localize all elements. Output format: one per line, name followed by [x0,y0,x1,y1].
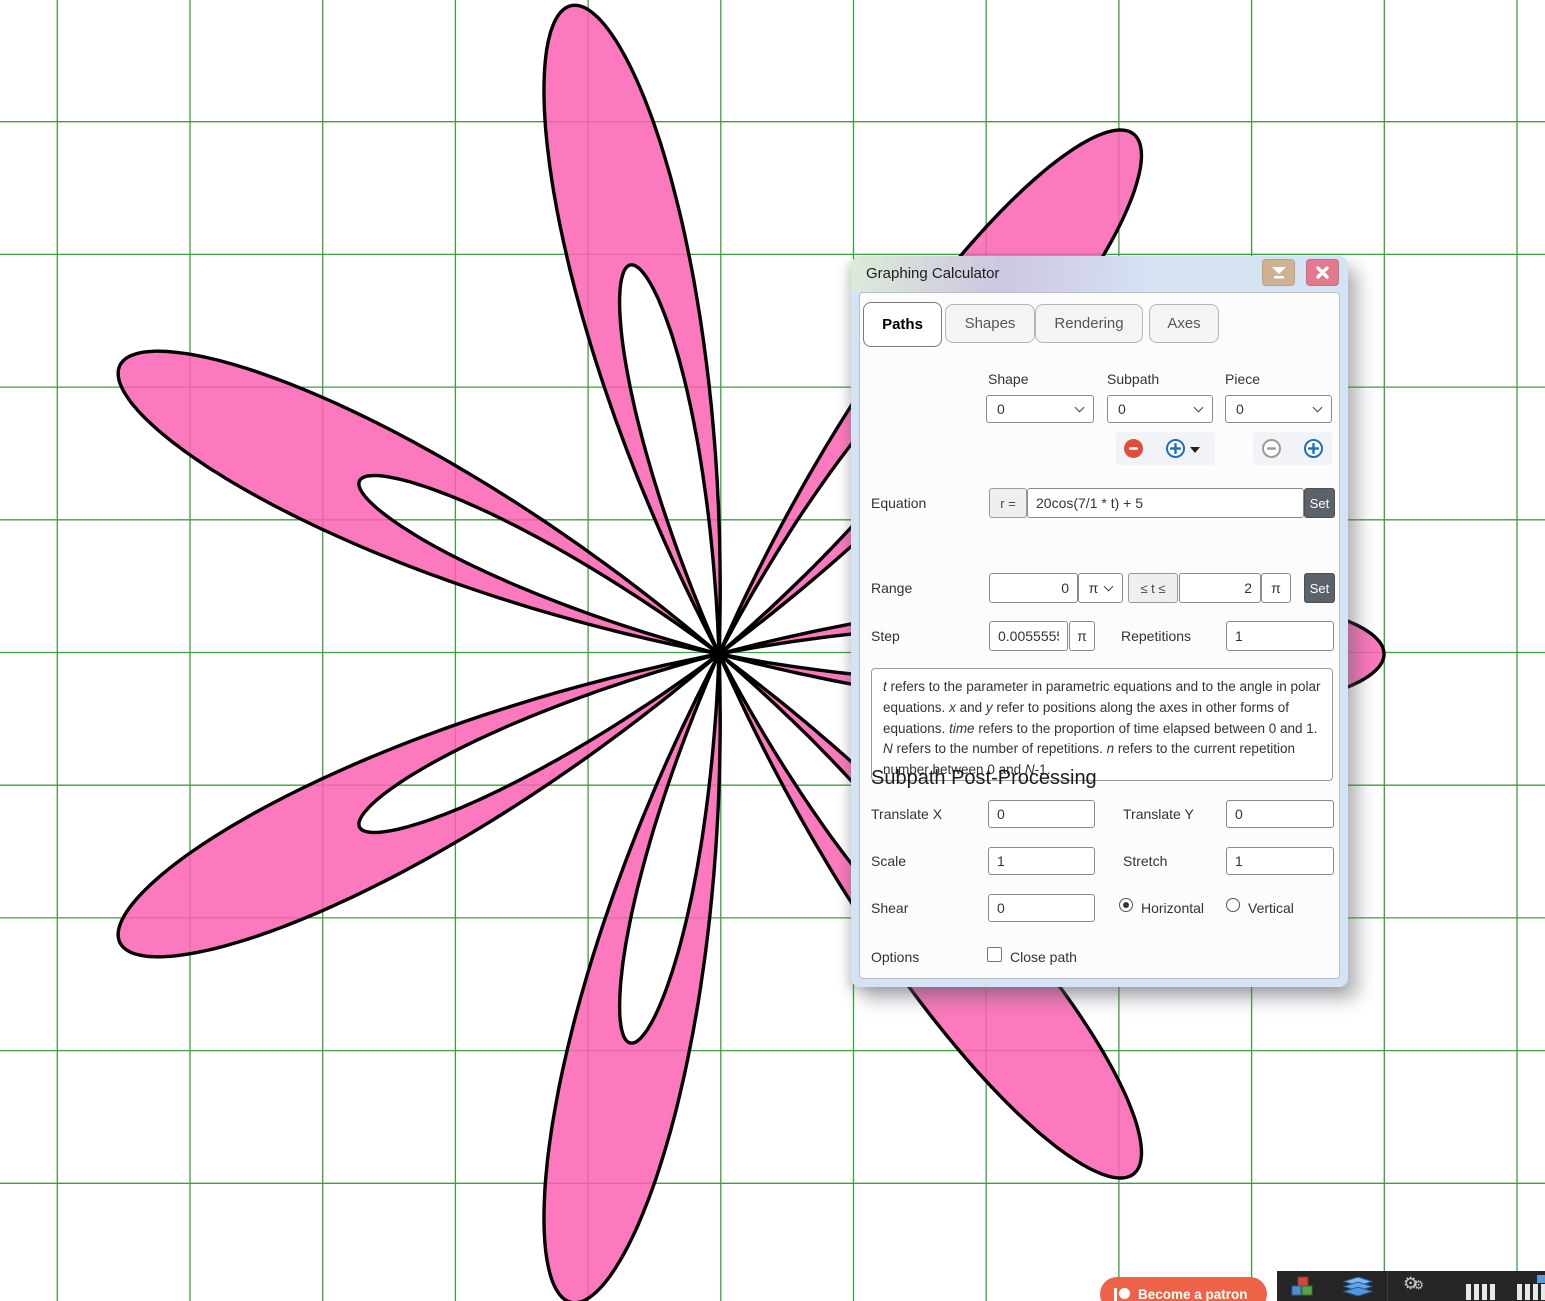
remove-piece-button[interactable] [1262,439,1281,458]
shear-vertical-radio[interactable] [1226,898,1240,912]
subpath-label: Subpath [1107,371,1159,387]
step-label: Step [871,628,900,644]
range-to-input[interactable] [1179,573,1261,603]
minimize-button[interactable] [1262,259,1295,286]
translate-y-label: Translate Y [1123,806,1194,822]
layers-tool-icon[interactable] [1343,1277,1373,1301]
add-subpath-menu-caret[interactable] [1190,447,1200,453]
add-subpath-button[interactable] [1166,439,1185,458]
range-label: Range [871,580,912,596]
add-piece-button[interactable] [1304,439,1323,458]
close-icon [1316,266,1329,279]
plus-icon [1308,443,1319,454]
range-from-unit-select[interactable]: π [1078,573,1123,603]
chevron-down-icon [1075,402,1085,412]
options-label: Options [871,949,919,965]
parameter-help-text: t refers to the parameter in parametric … [871,668,1333,781]
chevron-down-icon [1104,581,1114,591]
close-path-checkbox[interactable] [987,947,1002,962]
close-button[interactable] [1306,259,1339,286]
subpath-select[interactable]: 0 [1107,395,1213,423]
tab-shapes[interactable]: Shapes [945,304,1035,343]
repetitions-label: Repetitions [1121,628,1191,644]
shear-horizontal-radio[interactable] [1119,898,1133,912]
dialog-title: Graphing Calculator [866,256,999,292]
dialog-titlebar[interactable]: Graphing Calculator [851,256,1348,292]
app-screen: Graphing Calculator Paths Shapes Renderi… [0,0,1545,1301]
range-set-button[interactable]: Set [1304,573,1335,603]
tab-paths[interactable]: Paths [863,302,942,347]
translate-x-label: Translate X [871,806,942,822]
repetitions-input[interactable] [1226,621,1334,651]
scale-input[interactable] [988,847,1095,875]
stretch-input[interactable] [1226,847,1334,875]
taskbar-separator [1387,1271,1388,1301]
equation-lhs: r = [989,488,1027,518]
step-unit: π [1069,621,1095,651]
post-processing-heading: Subpath Post-Processing [871,767,1097,790]
settings-gears-icon[interactable]: ⚙⚙ [1403,1275,1424,1294]
equation-input[interactable] [1027,488,1304,518]
range-to-unit: π [1261,573,1291,603]
equation-label: Equation [871,495,926,511]
taskbar: ⚙⚙ [1277,1271,1545,1301]
close-path-label: Close path [1010,949,1077,965]
minus-icon [1128,443,1139,454]
shear-label: Shear [871,900,908,916]
graphing-calculator-dialog: Graphing Calculator Paths Shapes Renderi… [851,256,1348,987]
tab-axes[interactable]: Axes [1149,304,1219,343]
equalizer-icon[interactable] [1460,1275,1506,1299]
step-input[interactable] [989,621,1068,651]
chevron-down-icon [1194,402,1204,412]
become-a-patron-button[interactable]: Become a patron [1100,1277,1267,1301]
shape-select[interactable]: 0 [986,395,1094,423]
minus-icon [1266,443,1277,454]
collapse-icon [1271,266,1287,279]
patreon-icon [1114,1288,1130,1301]
range-between-label: ≤ t ≤ [1128,573,1178,603]
blocks-tool-icon[interactable] [1289,1276,1315,1301]
stretch-label: Stretch [1123,853,1167,869]
translate-y-input[interactable] [1226,800,1334,828]
shear-vertical-label: Vertical [1248,900,1294,916]
chevron-down-icon [1313,402,1323,412]
range-from-input[interactable] [989,573,1078,603]
shear-horizontal-label: Horizontal [1141,900,1204,916]
remove-subpath-button[interactable] [1124,439,1143,458]
dialog-body: Paths Shapes Rendering Axes Shape Subpat… [859,292,1340,979]
translate-x-input[interactable] [988,800,1095,828]
piece-label: Piece [1225,371,1260,387]
scale-label: Scale [871,853,906,869]
equation-set-button[interactable]: Set [1304,488,1335,518]
piece-select[interactable]: 0 [1225,395,1332,423]
plus-icon [1170,443,1181,454]
shape-label: Shape [988,371,1028,387]
tab-rendering[interactable]: Rendering [1035,304,1143,343]
equalizer-icon[interactable] [1517,1275,1545,1299]
shear-input[interactable] [988,894,1095,922]
